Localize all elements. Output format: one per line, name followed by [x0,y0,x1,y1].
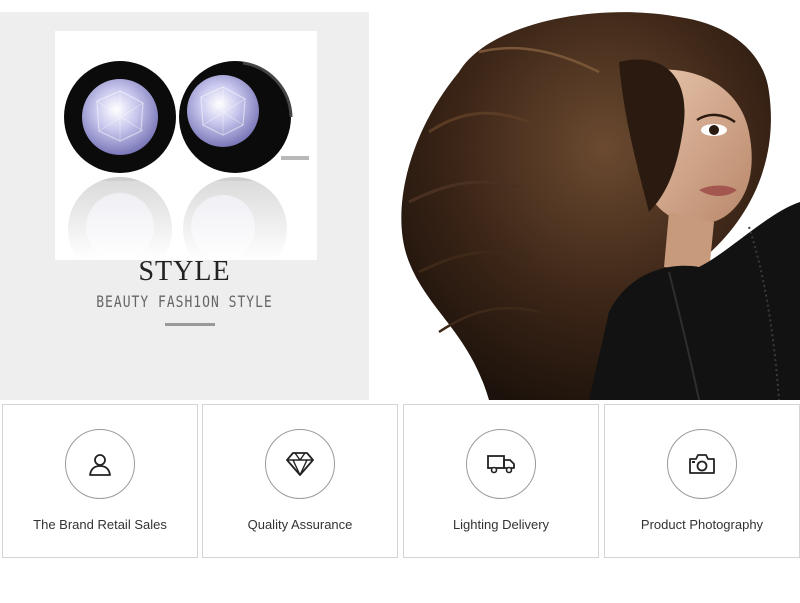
earrings-illustration [55,61,317,260]
feature-card-delivery: Lighting Delivery [403,404,599,558]
model-illustration [401,12,800,400]
truck-icon [487,455,515,474]
hero-banner: STYLE BEAUTY FASH1ON STYLE [0,12,800,400]
style-heading: STYLE [138,256,231,287]
feature-icon-circle [466,429,536,499]
camera-icon [689,454,715,474]
user-icon [89,454,111,476]
product-detail-page: STYLE BEAUTY FASH1ON STYLE The Brand Ret… [0,0,800,603]
feature-icon-circle [265,429,335,499]
feature-icon-circle [667,429,737,499]
heading-divider [165,323,215,326]
feature-label: Product Photography [640,517,764,532]
earring-product-image [55,31,317,260]
feature-card-photography: Product Photography [604,404,800,558]
style-panel: STYLE BEAUTY FASH1ON STYLE [0,12,369,400]
style-subheading: BEAUTY FASH1ON STYLE [96,293,273,312]
model-photo [369,12,800,400]
diamond-icon [286,452,314,476]
feature-label: Quality Assurance [247,517,353,532]
feature-card-brand-retail: The Brand Retail Sales [2,404,198,558]
feature-row: The Brand Retail Sales Quality Assurance [0,404,800,560]
feature-icon-circle [65,429,135,499]
feature-label: Lighting Delivery [452,517,550,532]
feature-label: The Brand Retail Sales [33,517,167,532]
feature-card-quality: Quality Assurance [202,404,398,558]
